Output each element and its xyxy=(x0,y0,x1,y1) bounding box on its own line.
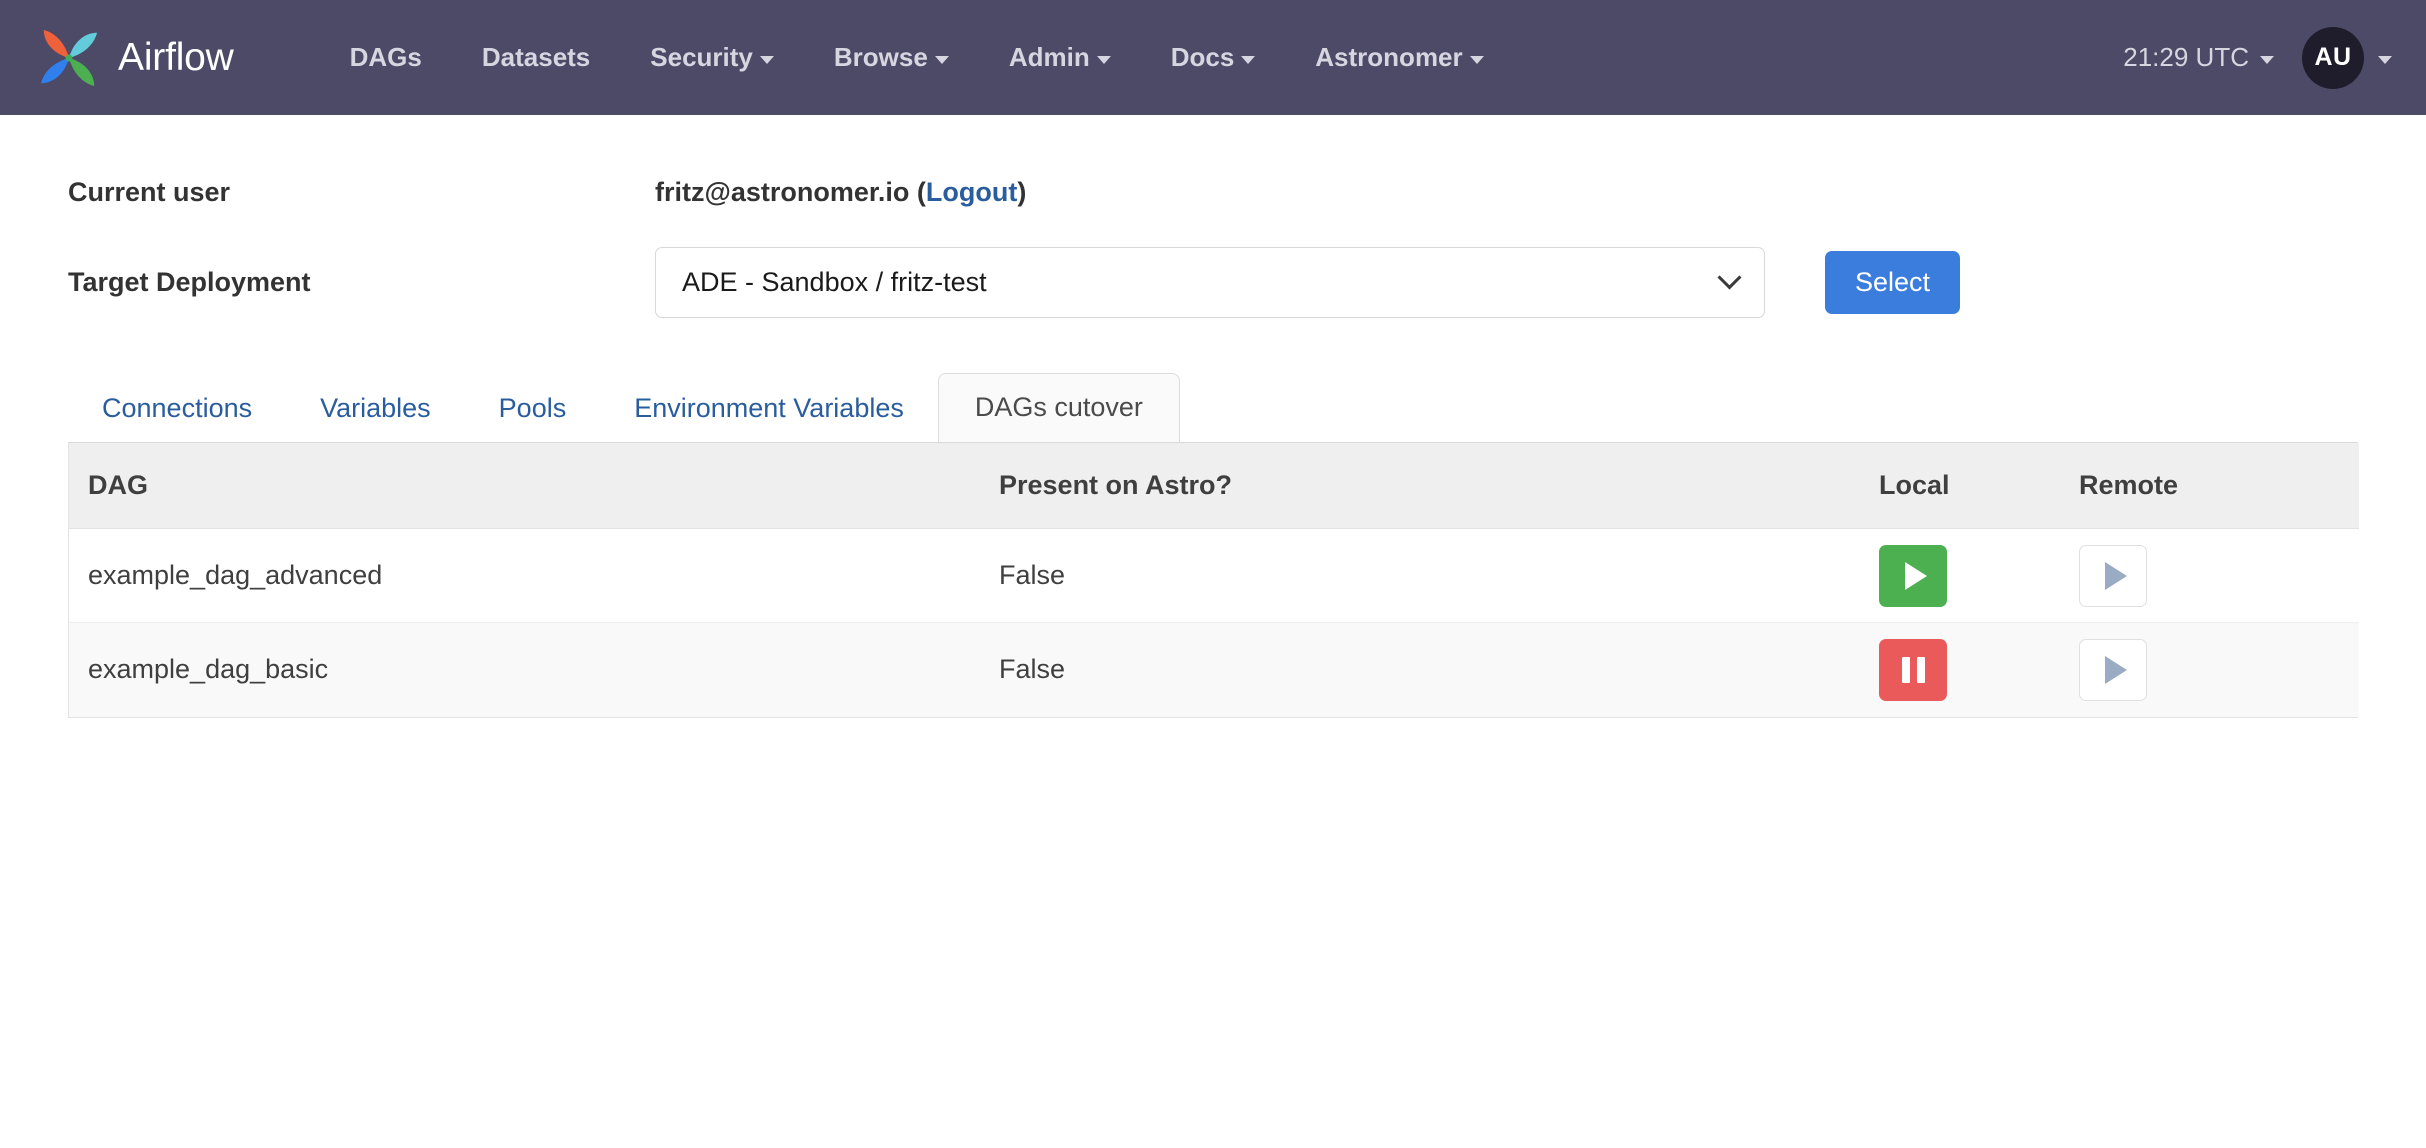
table-row: example_dag_basic False xyxy=(69,623,2359,717)
paren-open: ( xyxy=(909,177,926,207)
cell-remote-action xyxy=(2079,623,2359,717)
column-header-local: Local xyxy=(1879,443,2079,529)
column-header-remote: Remote xyxy=(2079,443,2359,529)
nav-item-admin[interactable]: Admin xyxy=(979,42,1141,73)
cell-dag-name: example_dag_basic xyxy=(69,623,999,717)
tab-connections[interactable]: Connections xyxy=(68,374,286,443)
deployment-controls: ADE - Sandbox / fritz-test Select xyxy=(655,247,1960,318)
table-row: example_dag_advanced False xyxy=(69,529,2359,623)
tab-dags-cutover[interactable]: DAGs cutover xyxy=(938,373,1180,443)
target-deployment-row: Target Deployment ADE - Sandbox / fritz-… xyxy=(68,247,2358,318)
deployment-select[interactable]: ADE - Sandbox / fritz-test xyxy=(655,247,1765,318)
nav-label: Browse xyxy=(834,42,928,73)
local-unpause-button[interactable] xyxy=(1879,545,1947,607)
cell-local-action xyxy=(1879,529,2079,623)
local-pause-button[interactable] xyxy=(1879,639,1947,701)
chevron-down-icon xyxy=(760,56,774,64)
current-user-row: Current user fritz@astronomer.io (Logout… xyxy=(68,169,2358,215)
cell-dag-name: example_dag_advanced xyxy=(69,529,999,623)
nav-item-browse[interactable]: Browse xyxy=(804,42,979,73)
utc-clock-dropdown[interactable]: 21:29 UTC xyxy=(2123,42,2274,73)
chevron-down-icon xyxy=(1097,56,1111,64)
nav-item-dags[interactable]: DAGs xyxy=(320,42,452,73)
column-header-dag: DAG xyxy=(69,443,999,529)
nav-label: Datasets xyxy=(482,42,590,73)
nav-label: Security xyxy=(650,42,753,73)
tab-pools[interactable]: Pools xyxy=(465,374,601,443)
chevron-down-icon xyxy=(1717,265,1741,289)
current-user-label: Current user xyxy=(68,176,655,208)
main-nav: DAGs Datasets Security Browse Admin Docs… xyxy=(320,42,1514,73)
navbar-right-group: 21:29 UTC AU xyxy=(2123,27,2392,89)
nav-item-astronomer[interactable]: Astronomer xyxy=(1285,42,1513,73)
brand-title: Airflow xyxy=(118,38,234,77)
table-body: example_dag_advanced False example_ xyxy=(69,529,2359,717)
airflow-pinwheel-logo xyxy=(34,23,104,93)
nav-label: DAGs xyxy=(350,42,422,73)
target-deployment-label: Target Deployment xyxy=(68,266,655,298)
nav-label: Admin xyxy=(1009,42,1090,73)
nav-item-datasets[interactable]: Datasets xyxy=(452,42,620,73)
utc-clock-label: 21:29 UTC xyxy=(2123,42,2249,73)
dags-cutover-table: DAG Present on Astro? Local Remote examp… xyxy=(69,443,2359,717)
current-user-value: fritz@astronomer.io (Logout) xyxy=(655,177,1026,208)
chevron-down-icon xyxy=(1470,56,1484,64)
play-icon xyxy=(2105,562,2127,590)
current-user-email: fritz@astronomer.io xyxy=(655,177,909,207)
top-navbar: Airflow DAGs Datasets Security Browse Ad… xyxy=(0,0,2426,115)
dags-cutover-table-container: DAG Present on Astro? Local Remote examp… xyxy=(68,442,2358,718)
select-button[interactable]: Select xyxy=(1825,251,1960,314)
table-head: DAG Present on Astro? Local Remote xyxy=(69,443,2359,529)
tab-bar: Connections Variables Pools Environment … xyxy=(68,371,2358,443)
nav-label: Docs xyxy=(1171,42,1235,73)
cell-remote-action xyxy=(2079,529,2359,623)
deployment-select-value: ADE - Sandbox / fritz-test xyxy=(682,267,987,298)
paren-close: ) xyxy=(1017,177,1026,207)
chevron-down-icon xyxy=(2260,56,2274,64)
table-header-row: DAG Present on Astro? Local Remote xyxy=(69,443,2359,529)
cell-local-action xyxy=(1879,623,2079,717)
remote-play-button[interactable] xyxy=(2079,639,2147,701)
tab-environment-variables[interactable]: Environment Variables xyxy=(600,374,938,443)
play-icon xyxy=(1905,562,1927,590)
chevron-down-icon xyxy=(2378,56,2392,64)
column-header-astro: Present on Astro? xyxy=(999,443,1879,529)
user-menu[interactable]: AU xyxy=(2302,27,2392,89)
nav-item-docs[interactable]: Docs xyxy=(1141,42,1286,73)
pause-icon xyxy=(1902,657,1925,683)
nav-item-security[interactable]: Security xyxy=(620,42,804,73)
chevron-down-icon xyxy=(935,56,949,64)
play-icon xyxy=(2105,656,2127,684)
avatar: AU xyxy=(2302,27,2364,89)
remote-play-button[interactable] xyxy=(2079,545,2147,607)
nav-label: Astronomer xyxy=(1315,42,1462,73)
chevron-down-icon xyxy=(1241,56,1255,64)
logout-link[interactable]: Logout xyxy=(926,177,1017,207)
tab-variables[interactable]: Variables xyxy=(286,374,465,443)
cell-present-on-astro: False xyxy=(999,529,1879,623)
page-content: Current user fritz@astronomer.io (Logout… xyxy=(0,169,2426,719)
brand-home-link[interactable]: Airflow xyxy=(34,23,234,93)
cell-present-on-astro: False xyxy=(999,623,1879,717)
